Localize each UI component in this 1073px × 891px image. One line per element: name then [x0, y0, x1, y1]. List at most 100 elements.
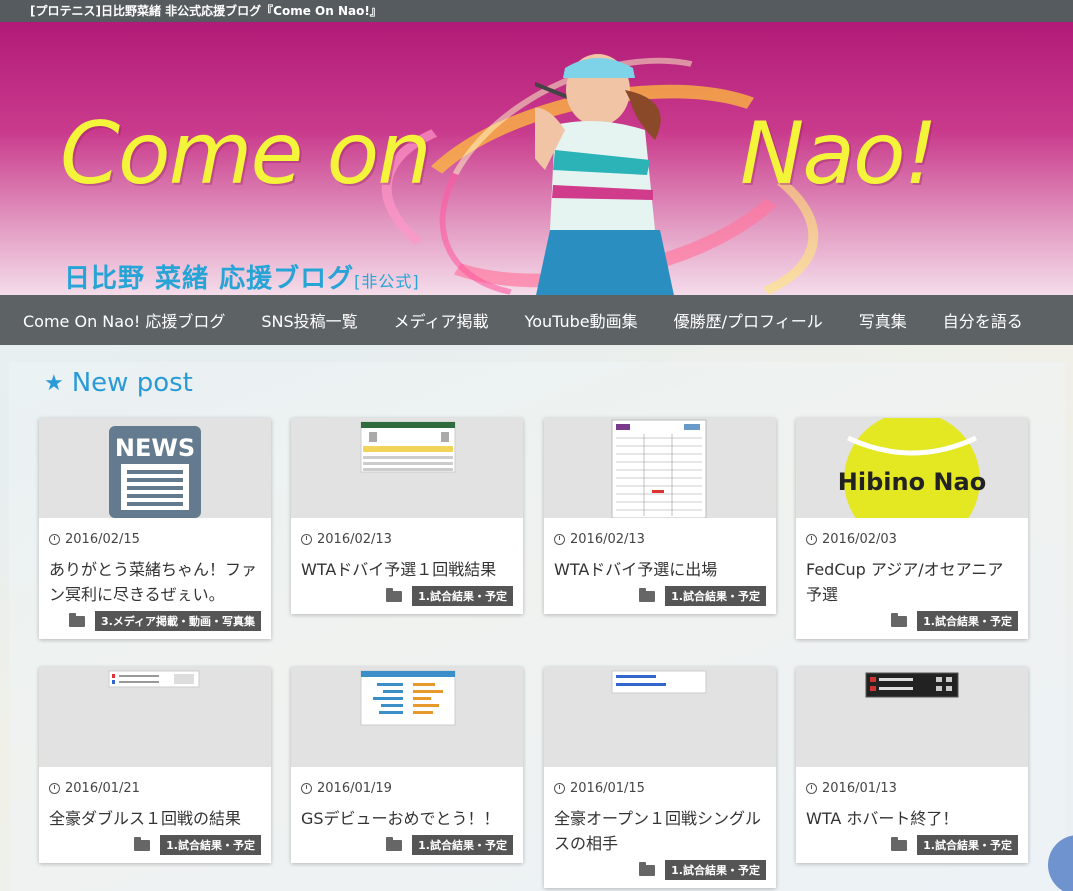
post-thumbnail[interactable]: [291, 667, 523, 767]
banner-subtitle: 日比野 菜緒 応援ブログ[非公式]: [64, 258, 420, 295]
post-title[interactable]: WTAドバイ予選１回戦結果: [301, 557, 513, 582]
player-illustration: [535, 54, 674, 295]
clock-icon: [554, 534, 565, 545]
list-card-thumb: [611, 670, 707, 694]
category-badge[interactable]: 1.試合結果・予定: [917, 611, 1018, 631]
post-title[interactable]: ありがとう菜緒ちゃん！ファン冥利に尽きるぜぇい。: [49, 557, 261, 607]
post-card[interactable]: NEWS 2016/02/15 ありがとう菜緒ちゃん！ファン冥利に尽きるぜぇい。…: [39, 418, 271, 639]
banner-title-left: Come on: [60, 104, 432, 204]
post-date: 2016/01/13: [806, 781, 1028, 796]
nav-item-home[interactable]: Come On Nao! 応援ブログ: [0, 308, 243, 332]
star-icon: ★: [44, 370, 64, 396]
nav-item-youtube[interactable]: YouTube動画集: [507, 308, 656, 332]
draw-sheet-thumb: [611, 419, 707, 518]
folder-icon: [639, 861, 656, 876]
post-date: 2016/02/03: [806, 532, 1028, 547]
post-category: 1.試合結果・予定: [796, 611, 1018, 631]
scoreboard-thumb: [360, 421, 456, 473]
news-icon-text: NEWS: [115, 434, 195, 462]
post-thumbnail[interactable]: [544, 418, 776, 518]
post-date: 2016/02/13: [301, 532, 523, 547]
dark-scoreboard-thumb: [865, 672, 959, 698]
clock-icon: [554, 783, 565, 794]
clock-icon: [806, 534, 817, 545]
category-badge[interactable]: 1.試合結果・予定: [160, 835, 261, 855]
nav-item-media[interactable]: メディア掲載: [376, 308, 507, 332]
post-title[interactable]: 全豪オープン１回戦シングルスの相手: [554, 806, 766, 856]
news-icon: NEWS: [109, 426, 201, 518]
category-badge[interactable]: 3.メディア掲載・動画・写真集: [94, 611, 261, 631]
post-category: 1.試合結果・予定: [796, 835, 1018, 855]
post-title[interactable]: 全豪ダブルス１回戦の結果: [49, 806, 261, 831]
folder-icon: [891, 836, 908, 851]
post-date: 2016/02/13: [554, 532, 776, 547]
post-title[interactable]: WTAドバイ予選に出場: [554, 557, 766, 582]
main-nav: Come On Nao! 応援ブログ SNS投稿一覧 メディア掲載 YouTub…: [0, 295, 1073, 345]
post-date: 2016/01/21: [49, 781, 271, 796]
post-title[interactable]: WTA ホバート終了！: [806, 806, 1018, 831]
post-thumbnail[interactable]: [796, 667, 1028, 767]
post-card[interactable]: 2016/02/13 WTAドバイ予選１回戦結果 1.試合結果・予定: [291, 418, 523, 614]
nav-item-sns[interactable]: SNS投稿一覧: [243, 308, 375, 332]
post-title[interactable]: FedCup アジア/オセアニア予選: [806, 557, 1018, 607]
post-date-text: 2016/02/13: [317, 532, 392, 547]
post-category: 1.試合結果・予定: [544, 860, 766, 880]
post-date-text: 2016/01/15: [570, 781, 645, 796]
post-thumbnail[interactable]: [544, 667, 776, 767]
post-date-text: 2016/01/13: [822, 781, 897, 796]
post-card[interactable]: 2016/02/13 WTAドバイ予選に出場 1.試合結果・予定: [544, 418, 776, 614]
clock-icon: [49, 534, 60, 545]
stats-thumb: [360, 670, 456, 726]
section-title: ★ New post: [44, 368, 193, 398]
folder-icon: [134, 836, 151, 851]
post-card[interactable]: Hibino Nao 2016/02/03 FedCup アジア/オセアニア予選…: [796, 418, 1028, 639]
post-date-text: 2016/01/21: [65, 781, 140, 796]
folder-icon: [386, 836, 403, 851]
category-badge[interactable]: 1.試合結果・予定: [917, 835, 1018, 855]
tennis-ball-text: Hibino Nao: [838, 468, 986, 496]
post-thumbnail[interactable]: [291, 418, 523, 518]
clock-icon: [49, 783, 60, 794]
clock-icon: [806, 783, 817, 794]
post-category: 1.試合結果・予定: [291, 835, 513, 855]
post-thumbnail[interactable]: Hibino Nao: [796, 418, 1028, 518]
category-badge[interactable]: 1.試合結果・予定: [412, 835, 513, 855]
post-date-text: 2016/01/19: [317, 781, 392, 796]
post-thumbnail[interactable]: [39, 667, 271, 767]
category-badge[interactable]: 1.試合結果・予定: [665, 586, 766, 606]
post-card[interactable]: 2016/01/21 全豪ダブルス１回戦の結果 1.試合結果・予定: [39, 667, 271, 863]
score-table-thumb: [108, 670, 200, 688]
folder-icon: [639, 587, 656, 602]
site-title-bar: [プロテニス]日比野菜緒 非公式応援ブログ『Come On Nao!』: [0, 0, 1073, 22]
section-title-text: New post: [71, 368, 193, 398]
banner-title-right: Nao!: [740, 104, 938, 204]
category-badge[interactable]: 1.試合結果・予定: [412, 586, 513, 606]
folder-icon: [891, 612, 908, 627]
post-date: 2016/02/15: [49, 532, 271, 547]
post-category: 1.試合結果・予定: [39, 835, 261, 855]
folder-icon: [68, 612, 85, 627]
folder-icon: [386, 587, 403, 602]
banner-subtitle-text: 日比野 菜緒 応援ブログ: [64, 264, 355, 294]
clock-icon: [301, 783, 312, 794]
tennis-ball-thumb: Hibino Nao: [838, 418, 986, 518]
post-date: 2016/01/15: [554, 781, 776, 796]
category-badge[interactable]: 1.試合結果・予定: [665, 860, 766, 880]
post-card[interactable]: 2016/01/19 GSデビューおめでとう！！ 1.試合結果・予定: [291, 667, 523, 863]
post-date: 2016/01/19: [301, 781, 523, 796]
nav-item-profile[interactable]: 優勝歴/プロフィール: [656, 308, 841, 332]
nav-item-about[interactable]: 自分を語る: [925, 308, 1041, 332]
nav-item-photos[interactable]: 写真集: [841, 308, 925, 332]
clock-icon: [301, 534, 312, 545]
post-category: 1.試合結果・予定: [544, 586, 766, 606]
post-title[interactable]: GSデビューおめでとう！！: [301, 806, 513, 831]
post-card[interactable]: 2016/01/13 WTA ホバート終了！ 1.試合結果・予定: [796, 667, 1028, 863]
banner-subtitle-tag: [非公式]: [354, 272, 420, 291]
post-card[interactable]: 2016/01/15 全豪オープン１回戦シングルスの相手 1.試合結果・予定: [544, 667, 776, 888]
post-date-text: 2016/02/03: [822, 532, 897, 547]
header-banner[interactable]: Come on Nao! 日比野 菜緒 応援ブログ[非公式]: [0, 22, 1073, 295]
post-date-text: 2016/02/13: [570, 532, 645, 547]
post-category: 1.試合結果・予定: [291, 586, 513, 606]
post-thumbnail[interactable]: NEWS: [39, 418, 271, 518]
post-category: 3.メディア掲載・動画・写真集: [39, 611, 261, 631]
